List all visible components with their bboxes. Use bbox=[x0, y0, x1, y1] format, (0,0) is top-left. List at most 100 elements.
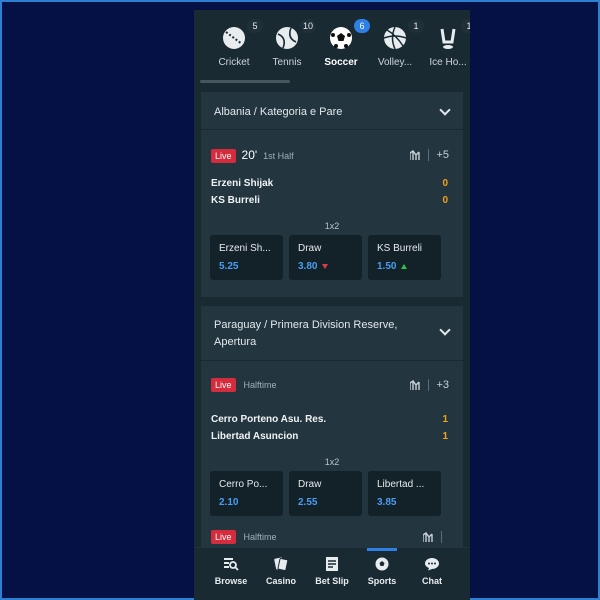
match-phase: 1st Half bbox=[263, 151, 294, 161]
odds-button-away[interactable]: KS Burreli 1.50 bbox=[368, 235, 441, 280]
divider bbox=[428, 379, 430, 392]
league-card: Albania / Kategoria e Pare Live 20' 1st Ha… bbox=[201, 92, 463, 297]
odds-price: 3.85 bbox=[377, 497, 397, 508]
chevron-down-icon[interactable] bbox=[439, 104, 451, 116]
sport-label: Cricket bbox=[218, 57, 250, 68]
market-label: 1x2 bbox=[324, 221, 340, 231]
odds-price: 2.10 bbox=[219, 497, 239, 508]
sport-label: Volley... bbox=[377, 57, 413, 68]
sport-label: Ice Ho... bbox=[429, 57, 467, 68]
league-header[interactable]: Albania / Kategoria e Pare bbox=[201, 92, 463, 130]
league-header[interactable]: Paraguay / Primera Division Reserve, Ape… bbox=[201, 306, 463, 361]
sport-count-badge: 1 bbox=[408, 19, 424, 33]
nav-label: Sports bbox=[367, 576, 397, 586]
odds-price: 2.55 bbox=[298, 497, 318, 508]
casino-icon bbox=[273, 557, 289, 572]
league-title: Paraguay / Primera Division Reserve, Ape… bbox=[214, 319, 398, 348]
team-score: 0 bbox=[442, 178, 448, 189]
odds-button-draw[interactable]: Draw 2.55 bbox=[289, 471, 362, 516]
match-stats[interactable]: +3 bbox=[409, 379, 449, 392]
browse-icon bbox=[223, 557, 239, 571]
sport-label: Tennis bbox=[272, 57, 302, 68]
bet-slip-icon bbox=[324, 557, 340, 571]
match-status: Live Halftime bbox=[211, 378, 277, 392]
sport-cricket[interactable]: 5 Cricket bbox=[210, 19, 263, 68]
chevron-down-icon[interactable] bbox=[439, 324, 451, 336]
soccer-ball-icon: 6 bbox=[328, 19, 370, 51]
sports-scrollbar[interactable] bbox=[200, 80, 290, 83]
home-team: Erzeni Shijak 0 bbox=[211, 178, 448, 189]
sport-ice-hockey[interactable]: 1 Ice Ho... bbox=[424, 19, 470, 68]
match-minute: 20' bbox=[241, 148, 258, 162]
team-score: 1 bbox=[442, 414, 448, 425]
sport-label: Soccer bbox=[324, 57, 358, 68]
odds-button-home[interactable]: Erzeni Sh... 5.25 bbox=[210, 235, 283, 280]
live-badge: Live bbox=[211, 149, 236, 164]
sports-selector: 5 Cricket 10 Tennis 6 Soccer 1 Volley... bbox=[194, 10, 470, 85]
match-status: Live 20' 1st Half bbox=[211, 148, 294, 164]
odds-outcome: Draw bbox=[298, 479, 322, 490]
divider bbox=[441, 531, 442, 544]
sport-count-badge: 1 bbox=[461, 19, 470, 33]
nav-label: Chat bbox=[422, 576, 442, 586]
odds-price: 3.80 bbox=[298, 261, 318, 272]
team-name: KS Burreli bbox=[211, 195, 260, 206]
market-label: 1x2 bbox=[324, 457, 340, 467]
chat-icon bbox=[424, 557, 440, 571]
odds-outcome: Cerro Po... bbox=[219, 479, 268, 490]
sport-tennis[interactable]: 10 Tennis bbox=[263, 19, 317, 68]
match-stats[interactable]: +5 bbox=[409, 149, 449, 162]
away-team: KS Burreli 0 bbox=[211, 195, 448, 206]
ice-hockey-icon: 1 bbox=[435, 19, 470, 51]
sportsbook-app: 5 Cricket 10 Tennis 6 Soccer 1 Volley... bbox=[194, 10, 470, 600]
nav-bet-slip[interactable]: Bet Slip bbox=[307, 557, 357, 586]
odds-outcome: Libertad ... bbox=[377, 479, 425, 490]
nav-casino[interactable]: Casino bbox=[256, 557, 306, 586]
more-markets-count[interactable]: +3 bbox=[436, 379, 449, 391]
tennis-ball-icon: 10 bbox=[274, 19, 317, 51]
sport-soccer[interactable]: 6 Soccer bbox=[317, 19, 370, 68]
match-phase: Halftime bbox=[243, 379, 277, 390]
volleyball-icon: 1 bbox=[382, 19, 424, 51]
team-score: 0 bbox=[442, 195, 448, 206]
nav-label: Browse bbox=[214, 576, 248, 586]
bottom-navigation: Browse Casino Bet Slip Sports Chat bbox=[194, 547, 470, 600]
nav-sports[interactable]: Sports bbox=[357, 557, 407, 586]
odds-outcome: Erzeni Sh... bbox=[219, 243, 271, 254]
stats-chart-icon[interactable] bbox=[409, 380, 421, 391]
away-team: Libertad Asuncion 1 bbox=[211, 431, 448, 442]
odds-price-row: 3.80 bbox=[298, 261, 362, 272]
odds-price: 5.25 bbox=[219, 261, 239, 272]
sport-count-badge: 6 bbox=[354, 19, 370, 33]
sport-count-badge: 5 bbox=[247, 19, 263, 33]
match-status: Live Halftime bbox=[211, 530, 277, 544]
nav-label: Bet Slip bbox=[315, 576, 349, 586]
stats-chart-icon[interactable] bbox=[409, 150, 421, 161]
active-tab-indicator bbox=[367, 548, 397, 551]
odds-outcome: Draw bbox=[298, 243, 322, 254]
odds-button-away[interactable]: Libertad ... 3.85 bbox=[368, 471, 441, 516]
match-phase: Halftime bbox=[243, 531, 277, 542]
more-markets-count[interactable]: +5 bbox=[436, 149, 449, 161]
team-name: Erzeni Shijak bbox=[211, 178, 274, 189]
nav-browse[interactable]: Browse bbox=[206, 557, 256, 586]
nav-chat[interactable]: Chat bbox=[407, 557, 457, 586]
odds-outcome: KS Burreli bbox=[377, 243, 423, 254]
stats-chart-icon[interactable] bbox=[422, 532, 434, 543]
match-stats[interactable] bbox=[422, 531, 449, 544]
odds-button-draw[interactable]: Draw 3.80 bbox=[289, 235, 362, 280]
sport-volleyball[interactable]: 1 Volley... bbox=[371, 19, 424, 68]
team-score: 1 bbox=[442, 431, 448, 442]
team-name: Libertad Asuncion bbox=[211, 431, 299, 442]
league-card: Paraguay / Primera Division Reserve, Ape… bbox=[201, 306, 463, 528]
odds-price: 1.50 bbox=[377, 261, 397, 272]
odds-button-home[interactable]: Cerro Po... 2.10 bbox=[210, 471, 283, 516]
sport-count-badge: 10 bbox=[300, 19, 317, 33]
odds-up-icon bbox=[401, 263, 408, 269]
odds-down-icon bbox=[322, 263, 329, 269]
league-title: Albania / Kategoria e Pare bbox=[214, 106, 343, 118]
team-name: Cerro Porteno Asu. Res. bbox=[211, 414, 327, 425]
nav-label: Casino bbox=[265, 576, 296, 586]
sports-icon bbox=[374, 557, 390, 571]
odds-price-row: 1.50 bbox=[377, 261, 441, 272]
